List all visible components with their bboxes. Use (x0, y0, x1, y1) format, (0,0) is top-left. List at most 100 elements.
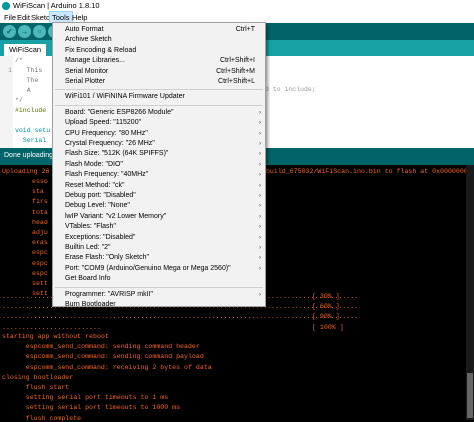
menu-separator (55, 104, 263, 106)
console-line: sett (32, 280, 48, 287)
menu-item-label: lwIP Variant: "v2 Lower Memory" (65, 212, 167, 220)
submenu-arrow-icon: › (259, 193, 261, 199)
console-line: firs (32, 198, 48, 206)
tools-menu-item-wifi101-wifinina-firmware-upda[interactable]: WiFi101 / WiFiNINA Firmware Updater (53, 92, 265, 102)
menu-item-label: CPU Frequency: "80 MHz" (65, 129, 148, 137)
menu-item-label: Board: "Generic ESP8266 Module" (65, 108, 174, 116)
submenu-arrow-icon: › (259, 182, 261, 189)
console-line: head (32, 218, 48, 226)
tools-menu-item-flash-mode-dio[interactable]: Flash Mode: "DIO" › (53, 160, 265, 170)
tools-menu-item-auto-format[interactable]: Auto Format Ctrl+T (53, 25, 265, 35)
tools-menu-item-serial-plotter[interactable]: Serial Plotter Ctrl+Shift+L (53, 77, 265, 87)
menu-item-label: VTables: "Flash" (65, 223, 116, 231)
console-line: flush start (2, 384, 70, 391)
console-line: esso (32, 178, 48, 185)
menu-item-label: Flash Frequency: "40MHz" (65, 171, 149, 179)
upload-button[interactable]: → (18, 25, 31, 38)
code-fragment: d to include; (265, 86, 316, 93)
console-progress-dots: ......................... (2, 323, 101, 331)
console-scrollbar[interactable] (466, 165, 474, 420)
tools-menu-item-lwip-variant-v2-lower-memory[interactable]: lwIP Variant: "v2 Lower Memory" › (53, 212, 265, 222)
submenu-arrow-icon: › (259, 213, 261, 220)
tools-menu-item-exceptions-disabled[interactable]: Exceptions: "Disabled" › (53, 233, 265, 243)
tools-menu-item-builtin-led-2[interactable]: Builtin Led: "2" › (53, 243, 265, 253)
menu-item-label: Flash Mode: "DIO" (65, 160, 123, 168)
menu-item-label: Serial Plotter (65, 78, 106, 85)
console-line: espcomm_send_command: receiving 2 bytes … (2, 363, 212, 371)
console-line: setting serial port timeouts to 1 ms (2, 394, 169, 402)
submenu-arrow-icon: › (259, 130, 261, 137)
menu-item-label: Upload Speed: "115200" (65, 119, 142, 127)
window-title: WiFiScan | Arduino 1.8.10 (13, 1, 100, 10)
tools-menu-item-flash-frequency-40mhz[interactable]: Flash Frequency: "40MHz" › (53, 170, 265, 180)
status-text: Done uploading (4, 152, 54, 159)
tools-menu-item-archive-sketch[interactable]: Archive Sketch (53, 35, 265, 45)
submenu-arrow-icon: › (259, 224, 261, 231)
gutter-line (0, 56, 13, 66)
tools-menu-item-programmer-avrisp-mkii[interactable]: Programmer: "AVRISP mkII" › (53, 290, 265, 300)
submenu-arrow-icon: › (259, 161, 261, 168)
new-button[interactable]: ▫ (33, 25, 46, 38)
menu-item-label: Debug Level: "None" (65, 202, 130, 210)
submenu-arrow-icon: › (259, 172, 261, 179)
tools-menu-item-debug-port-disabled[interactable]: Debug port: "Disabled" › (53, 191, 265, 201)
console-line: espc (32, 269, 48, 277)
tools-menu-item-manage-libraries[interactable]: Manage Libraries... Ctrl+Shift+I (53, 56, 265, 66)
console-line: espcomm_send_command: sending command pa… (2, 353, 204, 361)
console-line: espc (32, 249, 48, 257)
tools-menu-item-cpu-frequency-80-mhz[interactable]: CPU Frequency: "80 MHz" › (53, 129, 265, 139)
tools-menu-item-vtables-flash[interactable]: VTables: "Flash" › (53, 222, 265, 232)
submenu-arrow-icon: › (259, 234, 261, 241)
tools-dropdown-menu: Auto Format Ctrl+T Archive Sketch Fix Encod… (52, 22, 266, 310)
submenu-arrow-icon: › (259, 265, 261, 272)
console-line: starting app without reboot (2, 333, 109, 340)
submenu-arrow-icon: › (259, 245, 261, 251)
menu-item-label: Builtin Led: "2" (65, 244, 111, 251)
menu-separator (55, 89, 263, 91)
tab-wifiscan[interactable]: WiFiScan (4, 44, 46, 56)
menu-item-label: Port: "COM9 (Arduino/Genuino Mega or Meg… (65, 264, 231, 272)
console-line: Uploading 26 (2, 168, 50, 175)
menu-item-shortcut: Ctrl+Shift+M (216, 67, 255, 75)
tools-menu-item-crystal-frequency-26-mhz[interactable]: Crystal Frequency: "26 MHz" › (53, 139, 265, 149)
menu-item-label: Burn Bootloader (65, 301, 116, 308)
tools-menu-item-fix-encoding-reload[interactable]: Fix Encoding & Reload (53, 46, 265, 56)
submenu-arrow-icon: › (259, 291, 261, 298)
tools-menu-item-debug-level-none[interactable]: Debug Level: "None" › (53, 201, 265, 211)
menu-item-label: Manage Libraries... (65, 57, 125, 65)
console-line: flush complete (2, 414, 82, 422)
console-line: _build_675032/WiFiScan.ino.bin to flash … (262, 168, 472, 175)
tools-menu-item-port-com9-arduino-genuino-mega[interactable]: Port: "COM9 (Arduino/Genuino Mega or Meg… (53, 264, 265, 274)
tools-menu-item-burn-bootloader[interactable]: Burn Bootloader (53, 300, 265, 310)
menu-item-label: Auto Format (65, 26, 104, 33)
verify-button[interactable]: ✓ (3, 25, 16, 38)
menu-item-label: Exceptions: "Disabled" (65, 233, 136, 241)
tools-menu-item-get-board-info[interactable]: Get Board Info (53, 274, 265, 284)
tools-menu-item-reset-method-ck[interactable]: Reset Method: "ck" › (53, 181, 265, 191)
tools-menu-item-erase-flash-only-sketch[interactable]: Erase Flash: "Only Sketch" › (53, 253, 265, 263)
tools-menu-item-board-generic-esp8266-module[interactable]: Board: "Generic ESP8266 Module" › (53, 108, 265, 118)
console-progress-percent: [ 90% ] (312, 313, 340, 321)
menu-item-label: Archive Sketch (65, 36, 112, 44)
menu-item-label: Serial Monitor (65, 67, 109, 75)
menu-item-shortcut: Ctrl+Shift+I (219, 57, 255, 65)
menu-item-label: Reset Method: "ck" (65, 181, 125, 189)
scrollbar-thumb[interactable] (467, 373, 473, 418)
tools-menu-item-flash-size-512k-64k-spiffs[interactable]: Flash Size: "512K (64K SPIFFS)" › (53, 149, 265, 159)
menu-item-label: Fix Encoding & Reload (65, 46, 137, 54)
line-gutter: 1 (0, 56, 13, 148)
console-line: closing bootloader (2, 373, 74, 381)
menu-item-label: Erase Flash: "Only Sketch" (65, 254, 149, 262)
console-line: eras (32, 239, 48, 247)
submenu-arrow-icon: › (259, 255, 261, 262)
gutter-line: 1 (8, 67, 12, 74)
tools-menu-item-serial-monitor[interactable]: Serial Monitor Ctrl+Shift+M (53, 67, 265, 77)
tools-menu-item-upload-speed-115200[interactable]: Upload Speed: "115200" › (53, 118, 265, 128)
console-line: adju (32, 229, 48, 236)
submenu-arrow-icon: › (259, 151, 261, 158)
console-progress-percent: [ 100% ] (312, 323, 344, 331)
submenu-arrow-icon: › (259, 203, 261, 210)
menu-item-shortcut: Ctrl+Shift+L (218, 78, 255, 85)
menu-item-label: Debug port: "Disabled" (65, 192, 136, 199)
console-line: espcomm_send_command: sending command he… (2, 343, 200, 351)
